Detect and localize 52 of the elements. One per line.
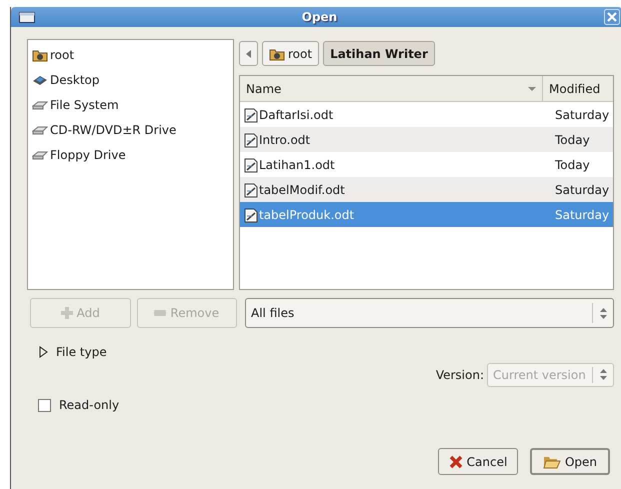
file-name: tabelProduk.odt <box>259 208 354 222</box>
place-item[interactable]: Desktop <box>28 67 233 92</box>
read-only-checkbox[interactable]: Read-only <box>38 398 614 412</box>
place-label: root <box>50 48 74 62</box>
close-icon[interactable] <box>604 9 620 25</box>
document-icon <box>243 182 258 198</box>
place-item[interactable]: File System <box>28 92 233 117</box>
place-item[interactable]: Floppy Drive <box>28 142 233 167</box>
modified-cell-text: Saturday <box>554 182 610 196</box>
path-button[interactable]: Latihan Writer <box>323 41 435 66</box>
window-menu-icon[interactable] <box>19 12 35 22</box>
file-name: DaftarIsi.odt <box>259 108 334 122</box>
column-header[interactable]: Name <box>240 76 543 101</box>
document-icon <box>243 106 258 122</box>
place-item[interactable]: root <box>28 42 233 67</box>
modified-cell-text: Saturday <box>554 108 610 122</box>
open-button[interactable]: Open <box>530 448 610 475</box>
modified-cell-text: Today <box>554 158 591 172</box>
file-name: Intro.odt <box>259 132 310 146</box>
plus-icon <box>60 307 73 319</box>
place-item[interactable]: CD-RW/DVD±R Drive <box>28 117 233 142</box>
place-label: Floppy Drive <box>50 148 126 162</box>
modified-cell-text: Saturday <box>554 208 610 222</box>
file-row[interactable]: tabelModif.odt Saturday <box>240 177 613 202</box>
checkbox[interactable] <box>38 398 51 412</box>
column-header[interactable]: Modified <box>543 76 613 101</box>
path-button[interactable]: root <box>262 41 320 66</box>
folder-icon <box>542 454 561 468</box>
left-arrow-icon <box>246 50 251 58</box>
read-only-label: Read-only <box>59 398 120 412</box>
file-name: Latihan1.odt <box>259 158 335 172</box>
place-label: File System <box>50 98 119 112</box>
sort-arrow-icon <box>528 86 536 90</box>
cancel-button[interactable]: Cancel <box>438 448 518 475</box>
minus-icon <box>154 310 166 316</box>
place-label: Desktop <box>50 72 100 86</box>
cross-icon <box>448 454 463 468</box>
document-icon <box>243 132 258 148</box>
spin-arrows-icon <box>600 308 606 318</box>
document-icon <box>243 206 258 222</box>
window-title: Open <box>300 10 338 24</box>
place-label: CD-RW/DVD±R Drive <box>50 122 176 136</box>
filter-dropdown[interactable]: All files <box>245 298 614 328</box>
document-icon <box>243 156 258 172</box>
modified-cell-text: Today <box>554 132 591 146</box>
file-row[interactable]: Intro.odt Today <box>240 127 613 152</box>
version-label: Version: <box>436 368 484 382</box>
file-type-expander[interactable]: File type <box>38 345 614 359</box>
expander-arrow-icon <box>38 346 48 358</box>
back-button[interactable] <box>239 41 258 66</box>
file-name: tabelModif.odt <box>259 182 345 196</box>
spin-arrows-icon <box>600 369 606 380</box>
